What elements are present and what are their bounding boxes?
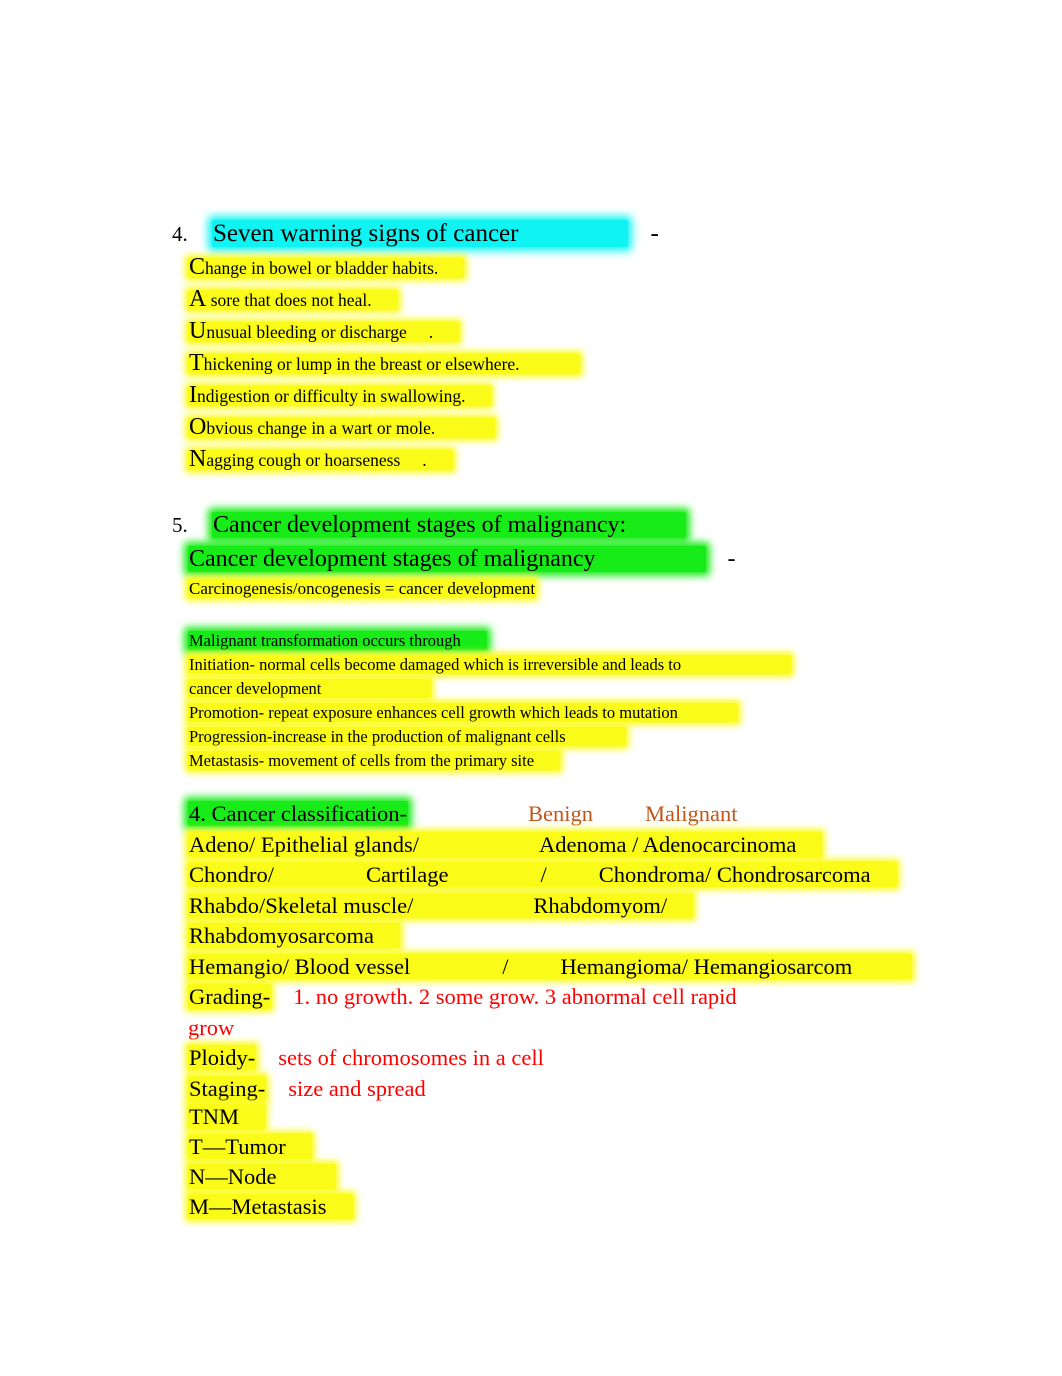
- caution-text-n: agging cough or hoarseness: [206, 450, 401, 470]
- caution-cap-c: C: [189, 254, 206, 280]
- transformation-progression: Progression-increase in the production o…: [188, 727, 626, 746]
- classification-row-adeno: Adeno/ Epithelial glands/Adenoma / Adeno…: [188, 830, 912, 861]
- tnm-title-row: TNM: [188, 1102, 353, 1132]
- classification-adeno-prefix: Adeno/ Epithelial glands/: [189, 831, 419, 857]
- tnm-m: M—Metastasis: [188, 1194, 353, 1219]
- caution-item-i: Indigestion or difficulty in swallowing.: [188, 380, 580, 412]
- grading-value: 1. no growth. 2 some grow. 3 abnormal ce…: [293, 984, 737, 1009]
- transformation-line-initiation: Initiation- normal cells become damaged …: [188, 653, 792, 677]
- tnm-block: TNM T—Tumor N—Node M—Metastasis: [188, 1102, 353, 1222]
- caution-item-t: Thickening or lump in the breast or else…: [188, 348, 580, 380]
- section-5-subheading-row: Cancer development stages of malignancy -: [188, 542, 736, 576]
- staging-label: Staging-: [188, 1075, 267, 1101]
- caution-text-c: hange in bowel or bladder habits.: [205, 258, 439, 278]
- caution-text-i: ndigestion or difficulty in swallowing.: [197, 386, 466, 406]
- section-5-heading: Cancer development stages of malignancy:: [212, 512, 687, 538]
- transformation-line-initiation-wrap: cancer development: [188, 677, 791, 701]
- classification-rhabdo-value: Rhabdomyom/: [533, 892, 668, 918]
- carcinogenesis-row: Carcinogenesis/oncogenesis = cancer deve…: [188, 576, 537, 602]
- caution-text-a: sore that does not heal.: [206, 290, 372, 310]
- tnm-n-row: N—Node: [188, 1162, 353, 1192]
- classification-hemangio-value: Hemangioma/ Hemangiosarcom: [560, 953, 853, 979]
- classification-hemangio-slash: /: [502, 953, 509, 979]
- classification-block: 4. Cancer classification- Benign Malignant…: [188, 799, 913, 1105]
- caution-item-n: Nagging cough or hoarseness.: [188, 444, 580, 476]
- section-4-heading-dash: -: [650, 220, 659, 247]
- classification-rhabdo-prefix: Rhabdo/Skeletal muscle/: [189, 892, 414, 918]
- transformation-promotion: Promotion- repeat exposure enhances cell…: [188, 703, 738, 722]
- classification-row-hemangio: Hemangio/ Blood vessel / Hemangioma/ Heman…: [188, 952, 913, 983]
- section-5-subheading: Cancer development stages of malignancy: [188, 546, 706, 572]
- classification-row-rhabdo: Rhabdo/Skeletal muscle/Rhabdomyom/: [188, 891, 912, 922]
- classification-row-rhabdomyosarcoma: Rhabdomyosarcoma: [188, 921, 912, 952]
- caution-cap-t: T: [189, 350, 204, 376]
- classification-chondro-value: Chondroma/ Chondrosarcoma: [598, 862, 871, 887]
- caution-text-o: bvious change in a wart or mole.: [206, 418, 436, 438]
- transformation-heading: Malignant transformation occurs through: [188, 631, 487, 650]
- classification-chondro-prefix: Chondro/: [189, 862, 275, 887]
- transformation-initiation: Initiation- normal cells become damaged …: [188, 655, 792, 674]
- classification-heading-row: 4. Cancer classification- Benign Malignant: [188, 799, 912, 830]
- caution-cap-u: U: [189, 318, 207, 344]
- section-5-heading-wrap: Cancer development stages of malignancy:: [212, 508, 687, 542]
- ploidy-label: Ploidy-: [188, 1045, 257, 1070]
- caution-text-u: nusual bleeding or discharge: [206, 322, 407, 342]
- carcinogenesis-definition: Carcinogenesis/oncogenesis = cancer deve…: [188, 579, 537, 598]
- tnm-m-row: M—Metastasis: [188, 1192, 353, 1222]
- ploidy-value: sets of chromosomes in a cell: [278, 1045, 544, 1070]
- section-4-heading-row: 4. Seven warning signs of cancer -: [0, 216, 1062, 252]
- caution-cap-i: I: [189, 382, 197, 408]
- tnm-n: N—Node: [188, 1164, 337, 1189]
- transformation-heading-row: Malignant transformation occurs through: [188, 629, 791, 653]
- staging-row: Staging-size and spread: [188, 1074, 912, 1105]
- document-page: 4. Seven warning signs of cancer - Change…: [0, 0, 1062, 1376]
- transformation-metastasis: Metastasis- movement of cells from the p…: [188, 751, 561, 770]
- grading-value-wrap: grow: [188, 1014, 235, 1040]
- transformation-line-progression: Progression-increase in the production o…: [188, 725, 791, 749]
- section-5-subheading-dash: -: [727, 546, 736, 572]
- grading-label: Grading-: [188, 984, 272, 1009]
- section-5-heading-block: 5. Cancer development stages of malignan…: [0, 508, 687, 542]
- tnm-t-row: T—Tumor: [188, 1132, 353, 1162]
- classification-rhabdomyosarcoma: Rhabdomyosarcoma: [189, 923, 374, 948]
- section-5-number: 5.: [172, 513, 188, 537]
- caution-tail-n: .: [422, 450, 427, 470]
- classification-adeno-value: Adenoma / Adenocarcinoma: [538, 831, 797, 857]
- classification-col-benign: Benign: [528, 801, 594, 826]
- classification-row-chondro: Chondro/Cartilage / Chondroma/ Chondrosarc…: [188, 860, 912, 891]
- grading-row: Grading- 1. no growth. 2 some grow. 3 abn…: [188, 982, 912, 1013]
- section-4-heading: Seven warning signs of cancer: [212, 220, 629, 247]
- classification-col-malignant: Malignant: [645, 801, 738, 826]
- ploidy-row: Ploidy-sets of chromosomes in a cell: [188, 1043, 912, 1074]
- grading-wrap-row: grow: [188, 1013, 912, 1044]
- caution-item-a: A sore that does not heal.: [188, 284, 580, 316]
- transformation-line-promotion: Promotion- repeat exposure enhances cell…: [188, 701, 791, 725]
- staging-value: size and spread: [288, 1075, 426, 1101]
- caution-cap-o: O: [189, 414, 207, 440]
- caution-item-u: Unusual bleeding or discharge.: [188, 316, 580, 348]
- transformation-initiation-wrap: cancer development: [188, 679, 432, 698]
- transformation-block: Malignant transformation occurs through …: [188, 629, 792, 773]
- caution-item-c: Change in bowel or bladder habits.: [188, 252, 580, 284]
- transformation-line-metastasis: Metastasis- movement of cells from the p…: [188, 749, 791, 773]
- caution-list: Change in bowel or bladder habits. A sor…: [188, 252, 580, 476]
- section-5-heading-row: 5. Cancer development stages of malignan…: [0, 508, 687, 542]
- classification-heading: 4. Cancer classification-: [188, 801, 409, 826]
- caution-text-t: hickening or lump in the breast or elsew…: [203, 354, 520, 374]
- caution-cap-a: A: [189, 286, 207, 312]
- caution-cap-n: N: [189, 446, 207, 472]
- caution-item-o: Obvious change in a wart or mole.: [188, 412, 580, 444]
- classification-chondro-mid: Cartilage: [366, 862, 449, 887]
- classification-chondro-slash: /: [540, 862, 547, 887]
- tnm-t: T—Tumor: [188, 1134, 312, 1159]
- classification-hemangio-prefix: Hemangio/ Blood vessel: [189, 953, 411, 979]
- section-4-heading-wrap: Seven warning signs of cancer -: [212, 216, 659, 252]
- tnm-title: TNM: [188, 1104, 265, 1129]
- section-4-number: 4.: [172, 222, 188, 246]
- caution-tail-u: .: [428, 322, 434, 342]
